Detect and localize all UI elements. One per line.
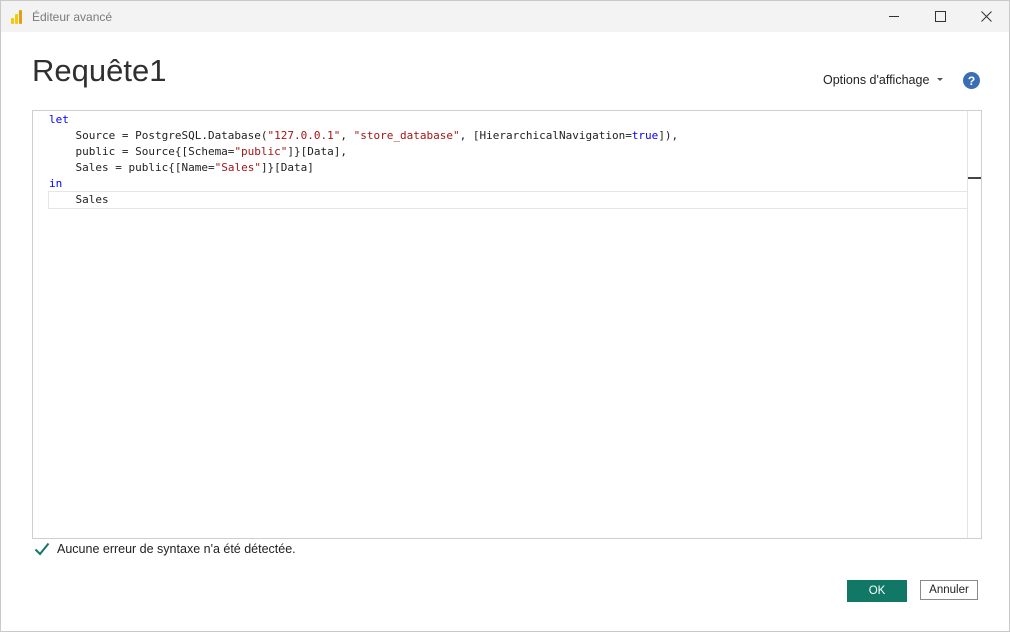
code-line[interactable]: Sales = public{[Name="Sales"]}[Data] [49,160,979,176]
minimize-button[interactable] [871,1,917,32]
code-string: "127.0.0.1" [267,129,341,142]
code-editor[interactable]: let Source = PostgreSQL.Database("127.0.… [32,110,982,539]
maximize-icon [934,11,946,22]
code-token: , [HierarchicalNavigation= [459,129,632,142]
code-token: ]}[Data], [287,145,348,158]
close-icon [980,11,992,22]
code-string: "store_database" [353,129,460,142]
code-line[interactable]: let [49,112,979,128]
code-token: public = Source{[Schema= [49,145,235,158]
check-icon [34,542,50,556]
status-message: Aucune erreur de syntaxe n'a été détecté… [57,542,296,556]
code-keyword: let [49,113,69,126]
code-token: , [340,129,354,142]
cancel-button[interactable]: Annuler [920,580,978,600]
title-bar[interactable]: Éditeur avancé [1,1,1009,32]
code-line[interactable]: public = Source{[Schema="public"]}[Data]… [49,144,979,160]
power-bi-icon [11,9,25,24]
code-string: "Sales" [214,161,261,174]
code-keyword: in [49,177,63,190]
caret-down-icon [937,77,944,81]
code-line[interactable]: Source = PostgreSQL.Database("127.0.0.1"… [49,128,979,144]
help-icon[interactable]: ? [963,72,980,89]
code-string: "public" [234,145,288,158]
code-token: Source = PostgreSQL.Database( [49,129,268,142]
view-options-dropdown[interactable]: Options d'affichage [823,73,944,87]
minimize-icon [889,16,899,17]
close-button[interactable] [963,1,1009,32]
scrollbar-position-marker [968,177,981,179]
window-title: Éditeur avancé [32,10,113,24]
query-title: Requête1 [32,53,167,88]
code-token: Sales = public{[Name= [49,161,215,174]
code-text[interactable]: let Source = PostgreSQL.Database("127.0.… [48,112,980,209]
code-keyword: true [631,129,659,142]
code-token: ]), [658,129,679,142]
code-token: ]}[Data] [260,161,314,174]
maximize-button[interactable] [917,1,963,32]
ok-button[interactable]: OK [847,580,907,602]
advanced-editor-window: Éditeur avancé Requête1 Options d'affich… [0,0,1010,632]
vertical-scrollbar[interactable] [967,111,981,538]
view-options-label: Options d'affichage [823,73,930,87]
code-token: Sales [49,193,109,206]
syntax-status: Aucune erreur de syntaxe n'a été détecté… [34,542,296,556]
code-line[interactable]: in [49,176,979,192]
code-line[interactable]: Sales [48,191,980,209]
